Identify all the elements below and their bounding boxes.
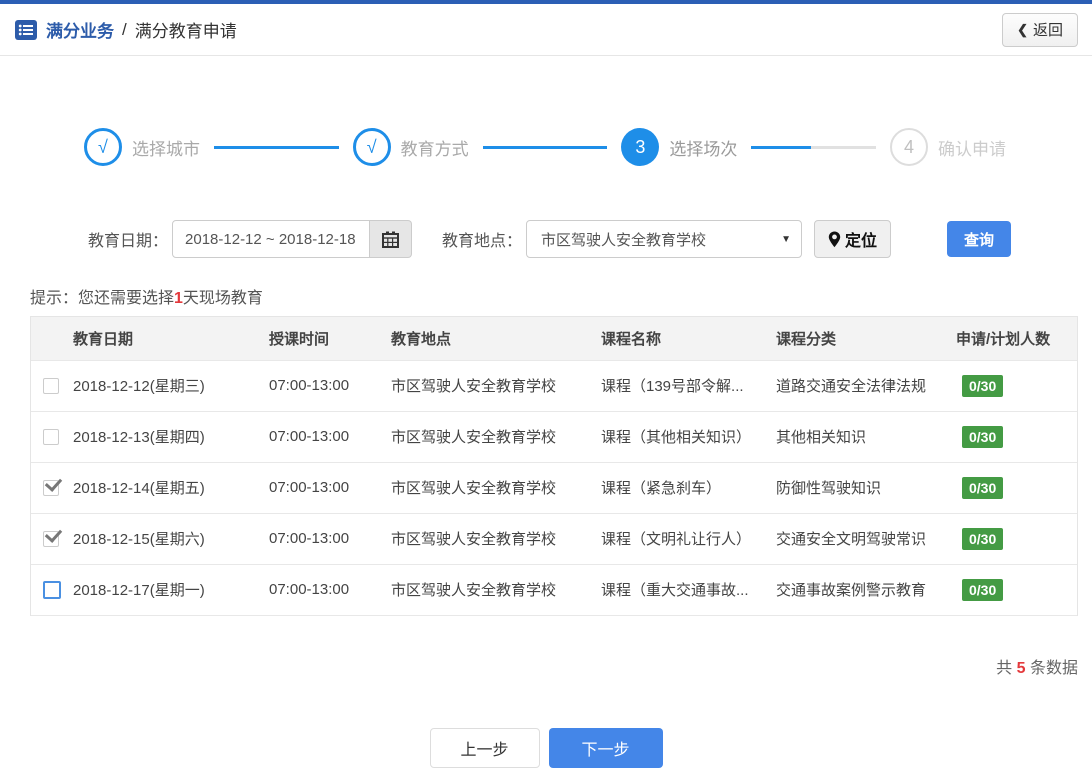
- table-row: 2018-12-12(星期三) 07:00-13:00 市区驾驶人安全教育学校 …: [31, 360, 1077, 411]
- count-badge: 0/30: [962, 527, 1004, 550]
- table-row: 2018-12-15(星期六) 07:00-13:00 市区驾驶人安全教育学校 …: [31, 513, 1077, 564]
- chevron-left-icon: ❮: [1017, 21, 1028, 37]
- session-table-body: 2018-12-12(星期三) 07:00-13:00 市区驾驶人安全教育学校 …: [31, 360, 1077, 615]
- header-course-name: 课程名称: [601, 330, 662, 348]
- map-pin-icon: [828, 231, 841, 247]
- row-checkbox[interactable]: [43, 580, 61, 599]
- header-course-category: 课程分类: [776, 330, 837, 348]
- cell-course-name: 课程（文明礼让行人）: [601, 531, 752, 548]
- date-range-input[interactable]: [172, 220, 371, 258]
- table-row: 2018-12-17(星期一) 07:00-13:00 市区驾驶人安全教育学校 …: [31, 564, 1077, 615]
- cell-education-location: 市区驾驶人安全教育学校: [391, 582, 557, 599]
- step-confirm-application: 4 确认申请: [890, 128, 1006, 166]
- cell-education-date: 2018-12-15(星期六): [73, 531, 205, 548]
- summary-count: 5: [1016, 659, 1026, 677]
- cell-education-location: 市区驾驶人安全教育学校: [391, 531, 557, 548]
- filter-bar: 教育日期： 教育地点： 市区驾驶人安全教育学校 ▼ 定位 查询: [0, 220, 1092, 258]
- next-step-button[interactable]: 下一步: [548, 727, 663, 768]
- cell-education-location: 市区驾驶人安全教育学校: [391, 429, 557, 446]
- cell-course-category: 交通事故案例警示教育: [776, 582, 927, 599]
- cell-course-category: 其他相关知识: [776, 429, 867, 446]
- education-date-label: 教育日期：: [88, 233, 169, 250]
- calendar-icon: [382, 231, 400, 248]
- step-connector-3: [751, 145, 876, 149]
- count-badge: 0/30: [962, 374, 1004, 397]
- breadcrumb: 满分业务 / 满分教育申请: [14, 17, 237, 42]
- row-checkbox[interactable]: [43, 531, 59, 548]
- step-3-label: 选择场次: [669, 139, 738, 159]
- cell-education-date: 2018-12-14(星期五): [73, 480, 205, 497]
- hint-remaining-days: 1: [174, 290, 183, 307]
- education-location-label: 教育地点：: [442, 233, 523, 250]
- search-button[interactable]: 查询: [947, 221, 1012, 257]
- back-button-label: 返回: [1032, 22, 1063, 39]
- table-header-row: 教育日期 授课时间 教育地点 课程名称 课程分类 申请/计划人数: [31, 317, 1077, 360]
- step-connector-1: [214, 145, 339, 149]
- page-header: 满分业务 / 满分教育申请 ❮ 返回: [0, 4, 1092, 56]
- back-button[interactable]: ❮ 返回: [1002, 12, 1078, 47]
- step-education-mode: √ 教育方式: [352, 128, 469, 166]
- step-2-label: 教育方式: [400, 139, 469, 159]
- previous-step-button[interactable]: 上一步: [429, 727, 540, 768]
- record-count-summary: 共 5 条数据: [0, 654, 1078, 678]
- step-1-label: 选择城市: [132, 139, 200, 159]
- count-badge: 0/30: [962, 578, 1004, 601]
- cell-class-time: 07:00-13:00: [269, 377, 350, 394]
- cell-class-time: 07:00-13:00: [269, 479, 350, 496]
- header-education-location: 教育地点: [391, 330, 452, 348]
- cell-course-category: 交通安全文明驾驶常识: [776, 531, 927, 548]
- cell-course-category: 道路交通安全法律法规: [776, 378, 927, 395]
- cell-course-name: 课程（紧急刹车）: [601, 480, 722, 497]
- page-title: 满分业务: [46, 22, 114, 41]
- cell-education-location: 市区驾驶人安全教育学校: [391, 480, 557, 497]
- count-badge: 0/30: [962, 425, 1004, 448]
- location-selected-value: 市区驾驶人安全教育学校: [541, 231, 707, 249]
- cell-education-date: 2018-12-17(星期一): [73, 582, 205, 599]
- table-row: 2018-12-13(星期四) 07:00-13:00 市区驾驶人安全教育学校 …: [31, 411, 1077, 462]
- page-subtitle: 满分教育申请: [134, 22, 237, 41]
- wizard-footer: 上一步 下一步: [0, 727, 1092, 768]
- row-checkbox[interactable]: [43, 480, 59, 497]
- summary-prefix: 共: [996, 659, 1013, 677]
- step-4-number: 4: [890, 128, 929, 166]
- header-class-time: 授课时间: [269, 330, 330, 348]
- calendar-button[interactable]: [370, 220, 413, 258]
- cell-education-date: 2018-12-12(星期三): [73, 378, 205, 395]
- cell-class-time: 07:00-13:00: [269, 581, 350, 598]
- header-checkbox-spacer: [31, 317, 67, 360]
- hint-suffix: 天现场教育: [182, 290, 263, 307]
- hint-prefix: 提示：您还需要选择: [30, 290, 175, 307]
- session-table: 教育日期 授课时间 教育地点 课程名称 课程分类 申请/计划人数 2018-12…: [30, 316, 1078, 616]
- list-icon: [15, 19, 37, 40]
- locate-button-label: 定位: [845, 233, 878, 250]
- progress-stepper: √ 选择城市 √ 教育方式 3 选择场次 4 确认申请: [0, 128, 1092, 166]
- header-education-date: 教育日期: [73, 330, 134, 348]
- cell-class-time: 07:00-13:00: [269, 428, 350, 445]
- row-checkbox[interactable]: [43, 378, 59, 395]
- cell-course-name: 课程（139号部令解...: [601, 378, 744, 395]
- cell-class-time: 07:00-13:00: [269, 530, 350, 547]
- hint-text: 提示：您还需要选择1天现场教育: [30, 284, 1092, 308]
- cell-course-category: 防御性驾驶知识: [776, 480, 882, 497]
- step-select-city: √ 选择城市: [84, 128, 200, 166]
- count-badge: 0/30: [962, 476, 1004, 499]
- step-1-check-icon: √: [84, 128, 122, 166]
- row-checkbox[interactable]: [43, 429, 59, 446]
- cell-education-location: 市区驾驶人安全教育学校: [391, 378, 557, 395]
- location-select[interactable]: 市区驾驶人安全教育学校 ▼: [526, 220, 803, 258]
- summary-suffix: 条数据: [1029, 659, 1078, 677]
- chevron-down-icon: ▼: [781, 234, 792, 245]
- step-select-session: 3 选择场次: [621, 128, 737, 166]
- breadcrumb-separator: /: [122, 19, 127, 39]
- locate-button[interactable]: 定位: [814, 220, 892, 258]
- step-connector-2: [482, 145, 608, 149]
- table-row: 2018-12-14(星期五) 07:00-13:00 市区驾驶人安全教育学校 …: [31, 462, 1077, 513]
- cell-education-date: 2018-12-13(星期四): [73, 429, 205, 446]
- cell-course-name: 课程（其他相关知识）: [601, 429, 752, 446]
- cell-course-name: 课程（重大交通事故...: [601, 582, 749, 599]
- header-applied-planned: 申请/计划人数: [956, 330, 1051, 348]
- step-4-label: 确认申请: [938, 139, 1007, 159]
- step-3-number: 3: [621, 128, 660, 166]
- step-2-check-icon: √: [352, 128, 391, 166]
